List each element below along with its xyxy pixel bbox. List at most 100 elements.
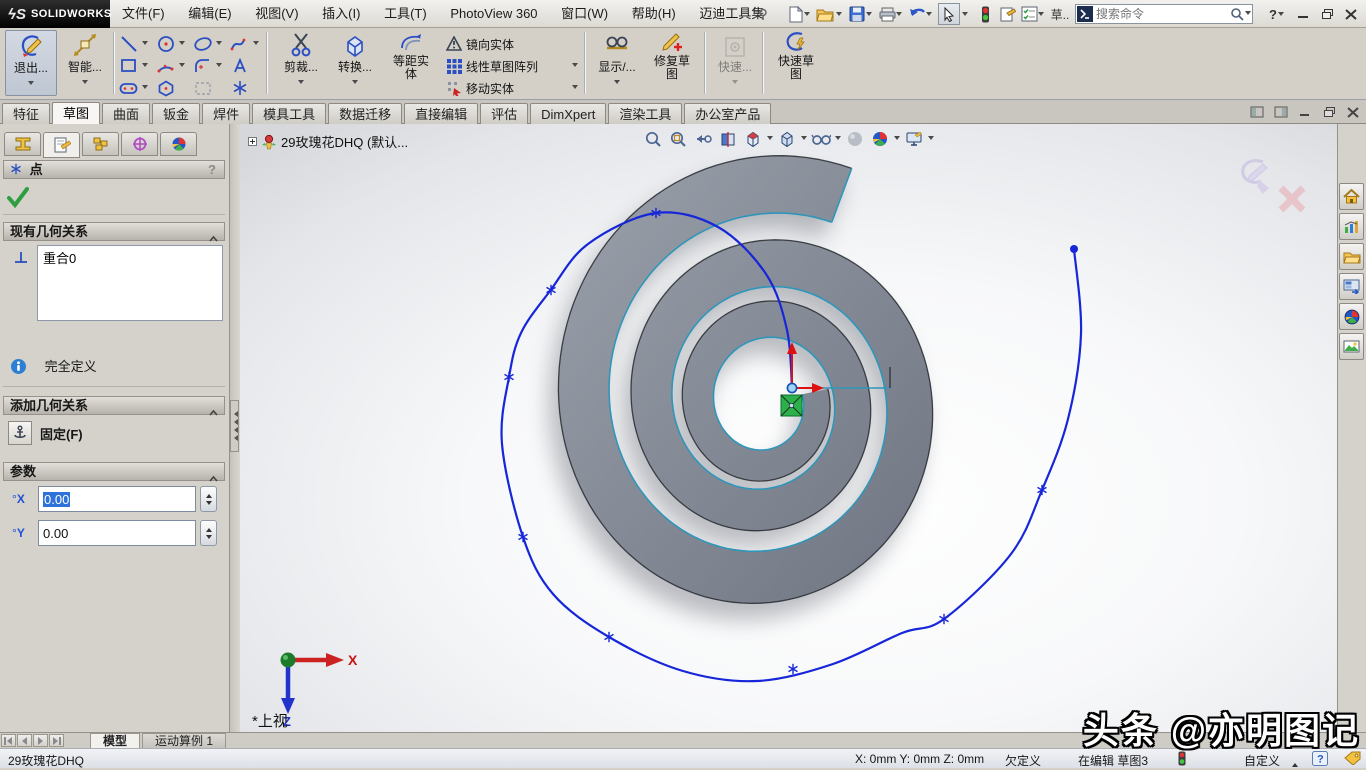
smart-dimension-button[interactable]: 智能... — [61, 30, 109, 96]
fillet-tool-icon[interactable] — [192, 56, 214, 76]
home-icon[interactable] — [1339, 183, 1364, 210]
resources-icon[interactable] — [1339, 213, 1364, 240]
motion-study-tab[interactable]: 运动算例 1 — [142, 733, 226, 748]
tab-sheet-metal[interactable]: 钣金 — [152, 103, 200, 124]
view-orientation-icon[interactable] — [742, 128, 764, 150]
linear-sketch-pattern-caret[interactable] — [572, 63, 578, 70]
toolbar-overflow-label[interactable]: 草.. — [1048, 3, 1072, 25]
print-icon[interactable] — [876, 3, 898, 25]
y-spinner[interactable] — [200, 520, 217, 546]
collapse-chevron-icon[interactable] — [209, 469, 218, 487]
apply-scene-icon[interactable] — [869, 128, 891, 150]
ellipse-tool-icon[interactable] — [192, 34, 214, 54]
select-tool-icon[interactable] — [938, 3, 960, 25]
relations-listbox[interactable]: 重合0 — [37, 245, 223, 321]
help-caret[interactable] — [1278, 12, 1284, 19]
tab-surfaces[interactable]: 曲面 — [102, 103, 150, 124]
undo-caret[interactable] — [926, 12, 932, 19]
feature-tree-root[interactable]: 29玫瑰花DHQ (默认... — [248, 132, 408, 151]
view-settings-icon[interactable] — [903, 128, 925, 150]
window-restore-button[interactable] — [1316, 5, 1338, 23]
command-search[interactable] — [1075, 4, 1253, 24]
tab-weldments[interactable]: 焊件 — [202, 103, 250, 124]
feature-manager-tab[interactable] — [4, 132, 41, 156]
property-manager-tab[interactable] — [43, 132, 80, 158]
text-tool-icon[interactable] — [229, 56, 251, 76]
tree-expand-icon[interactable] — [248, 137, 257, 146]
tree-root-title[interactable]: 29玫瑰花DHQ (默认... — [281, 132, 408, 151]
appearances-icon[interactable] — [1339, 333, 1364, 360]
window-minimize-button[interactable] — [1292, 5, 1314, 23]
spiral-solid-body[interactable] — [558, 156, 932, 604]
hide-show-items-caret[interactable] — [835, 136, 841, 143]
view-orientation-caret[interactable] — [767, 136, 773, 143]
ellipse-tool-caret[interactable] — [214, 34, 224, 54]
collapse-chevron-icon[interactable] — [209, 403, 218, 421]
sketch-picture-tool-icon[interactable] — [192, 78, 214, 98]
line-tool-icon[interactable] — [118, 34, 140, 54]
relation-list-item[interactable]: 重合0 — [38, 246, 222, 269]
rapid-sketch-button[interactable]: 快速草图 — [770, 30, 822, 96]
pane-right-icon[interactable] — [1271, 104, 1291, 120]
doc-close-button[interactable] — [1343, 104, 1363, 120]
linear-sketch-pattern-button[interactable]: 线性草图阵列 — [446, 56, 578, 76]
existing-relations-header[interactable]: 现有几何关系 — [3, 222, 225, 241]
window-close-button[interactable] — [1340, 5, 1362, 23]
add-relations-header[interactable]: 添加几何关系 — [3, 396, 225, 415]
display-relations-button[interactable]: 显示/... — [592, 30, 642, 96]
undo-icon[interactable] — [906, 3, 928, 25]
spline-tool-icon[interactable] — [229, 34, 251, 54]
tab-data-migration[interactable]: 数据迁移 — [328, 103, 402, 124]
file-explorer-icon[interactable] — [1339, 273, 1364, 300]
convert-entities-button[interactable]: 转换... — [330, 30, 380, 96]
previous-view-icon[interactable] — [692, 128, 714, 150]
hide-show-items-icon[interactable] — [810, 128, 832, 150]
confirmation-corner[interactable] — [1233, 154, 1309, 221]
x-coordinate-input[interactable]: 0.00 — [38, 486, 196, 512]
move-entities-button[interactable]: 移动实体 — [446, 78, 578, 98]
menu-view[interactable]: 视图(V) — [245, 0, 308, 27]
display-manager-tab[interactable] — [160, 132, 197, 156]
menu-help[interactable]: 帮助(H) — [622, 0, 686, 27]
options-icon[interactable] — [1018, 3, 1040, 25]
x-spinner[interactable] — [200, 486, 217, 512]
menu-window[interactable]: 窗口(W) — [551, 0, 618, 27]
tab-office-products[interactable]: 办公室产品 — [684, 103, 771, 124]
view-settings-caret[interactable] — [928, 136, 934, 143]
display-relations-caret[interactable] — [614, 80, 620, 87]
fillet-tool-caret[interactable] — [214, 56, 224, 76]
apply-scene-caret[interactable] — [894, 136, 900, 143]
tab-dimxpert[interactable]: DimXpert — [530, 103, 606, 124]
zoom-fit-icon[interactable] — [642, 128, 664, 150]
options-caret[interactable] — [1038, 12, 1044, 19]
tab-direct-editing[interactable]: 直接编辑 — [404, 103, 478, 124]
panel-splitter-handle[interactable] — [230, 400, 239, 452]
design-library-icon[interactable] — [1339, 243, 1364, 270]
trim-entities-caret[interactable] — [298, 80, 304, 87]
search-magnifier-icon[interactable] — [1230, 7, 1245, 22]
smart-dimension-caret[interactable] — [82, 80, 88, 87]
menu-tools[interactable]: 工具(T) — [374, 0, 437, 27]
arc-tool-caret[interactable] — [177, 56, 187, 76]
menu-edit[interactable]: 编辑(E) — [178, 0, 241, 27]
model-tab[interactable]: 模型 — [90, 733, 140, 748]
tab-scroll-prev-button[interactable] — [17, 734, 32, 747]
exit-sketch-button[interactable]: 退出... — [5, 30, 57, 96]
open-document-icon[interactable] — [814, 3, 836, 25]
save-caret[interactable] — [866, 12, 872, 19]
parameters-header[interactable]: 参数 — [3, 462, 225, 481]
menu-file[interactable]: 文件(F) — [112, 0, 175, 27]
y-coordinate-input[interactable]: 0.00 — [38, 520, 196, 546]
exit-sketch-caret[interactable] — [28, 81, 34, 88]
graphics-viewport[interactable]: 29玫瑰花DHQ (默认... — [240, 124, 1337, 732]
doc-restore-button[interactable] — [1319, 104, 1339, 120]
zoom-area-icon[interactable] — [667, 128, 689, 150]
section-view-icon[interactable] — [717, 128, 739, 150]
print-caret[interactable] — [896, 12, 902, 19]
line-tool-caret[interactable] — [140, 34, 150, 54]
status-custom-view[interactable]: 自定义 — [1244, 752, 1280, 769]
fix-relation-button[interactable]: 固定(F) — [8, 420, 220, 446]
tab-evaluate[interactable]: 评估 — [480, 103, 528, 124]
tab-features[interactable]: 特征 — [2, 103, 50, 124]
pm-ok-button[interactable] — [6, 186, 30, 211]
